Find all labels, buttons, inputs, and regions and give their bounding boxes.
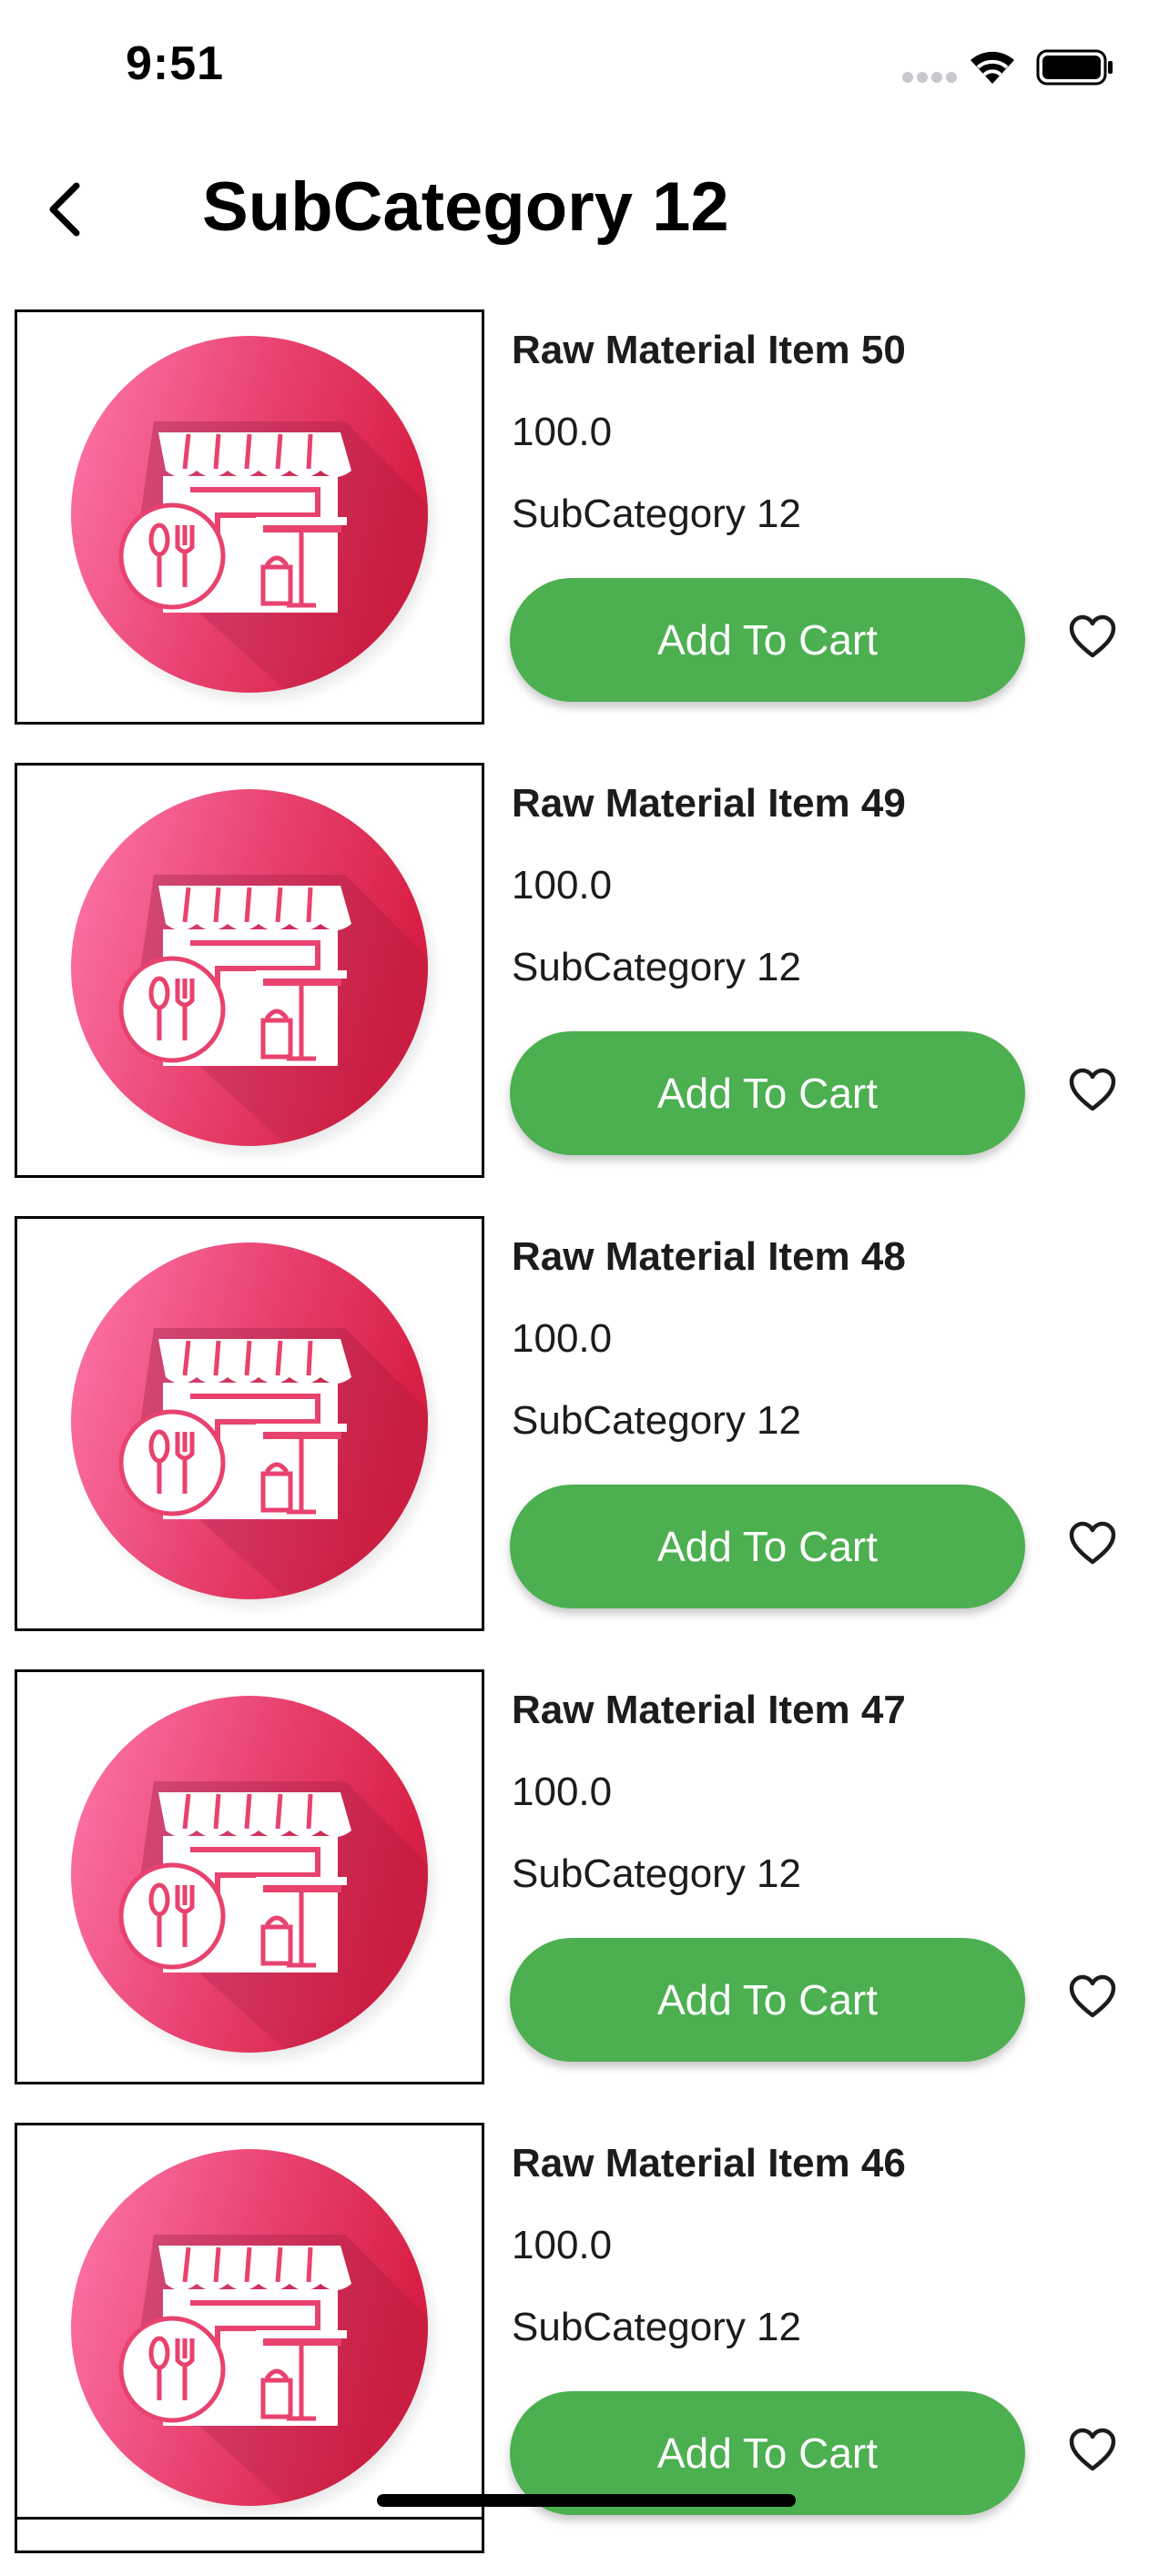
back-button[interactable] (27, 173, 100, 246)
heart-outline-icon (1069, 1521, 1116, 1565)
item-price: 100.0 (512, 1316, 613, 1361)
status-bar: 9:51 (0, 0, 1169, 137)
item-name: Raw Material Item 47 (512, 1688, 906, 1732)
restaurant-icon (17, 1219, 484, 1631)
item-category: SubCategory 12 (512, 1851, 801, 1896)
heart-outline-icon (1069, 614, 1116, 658)
item-category: SubCategory 12 (512, 1398, 801, 1443)
list-item: Raw Material Item 47 100.0 SubCategory 1… (0, 1669, 1169, 2114)
navigation-bar: SubCategory 12 (0, 146, 1169, 273)
page-title: SubCategory 12 (202, 168, 729, 246)
heart-outline-icon (1069, 2428, 1116, 2471)
heart-outline-icon (1069, 1974, 1116, 2018)
signal-icon (901, 71, 960, 88)
product-image[interactable] (15, 2517, 484, 2553)
wifi-icon (967, 46, 1018, 90)
add-to-cart-button[interactable]: Add To Cart (510, 1031, 1025, 1155)
chevron-left-icon (49, 182, 80, 237)
product-image[interactable] (15, 1216, 484, 1631)
favorite-button[interactable] (1065, 2423, 1120, 2478)
item-name: Raw Material Item 49 (512, 781, 906, 826)
item-name: Raw Material Item 46 (512, 2141, 906, 2186)
list-item: Raw Material Item 50 100.0 SubCategory 1… (0, 309, 1169, 754)
add-to-cart-button[interactable]: Add To Cart (510, 1485, 1025, 1608)
item-price: 100.0 (512, 410, 613, 454)
list-item: Raw Material Item 48 100.0 SubCategory 1… (0, 1216, 1169, 1660)
add-to-cart-button[interactable]: Add To Cart (510, 578, 1025, 702)
item-category: SubCategory 12 (512, 492, 801, 536)
restaurant-icon (17, 312, 484, 725)
product-list: Raw Material Item 50 100.0 SubCategory 1… (0, 309, 1169, 2576)
favorite-button[interactable] (1065, 1516, 1120, 1571)
heart-outline-icon (1069, 1068, 1116, 1111)
item-price: 100.0 (512, 863, 613, 908)
favorite-button[interactable] (1065, 1063, 1120, 1118)
battery-icon (1036, 49, 1114, 90)
item-name: Raw Material Item 48 (512, 1234, 906, 1279)
product-image[interactable] (15, 2123, 484, 2538)
home-indicator[interactable] (377, 2494, 796, 2507)
item-price: 100.0 (512, 1770, 613, 1814)
restaurant-icon (17, 2125, 484, 2538)
favorite-button[interactable] (1065, 610, 1120, 664)
favorite-button[interactable] (1065, 1970, 1120, 2024)
item-name: Raw Material Item 50 (512, 328, 906, 372)
add-to-cart-button[interactable]: Add To Cart (510, 1938, 1025, 2062)
product-image[interactable] (15, 1669, 484, 2084)
item-price: 100.0 (512, 2223, 613, 2267)
product-image[interactable] (15, 309, 484, 725)
item-category: SubCategory 12 (512, 2305, 801, 2349)
status-time: 9:51 (126, 37, 225, 90)
list-item: Raw Material Item 49 100.0 SubCategory 1… (0, 763, 1169, 1207)
restaurant-icon (17, 766, 484, 1178)
item-category: SubCategory 12 (512, 945, 801, 989)
restaurant-icon (17, 1672, 484, 2084)
product-image[interactable] (15, 763, 484, 1178)
